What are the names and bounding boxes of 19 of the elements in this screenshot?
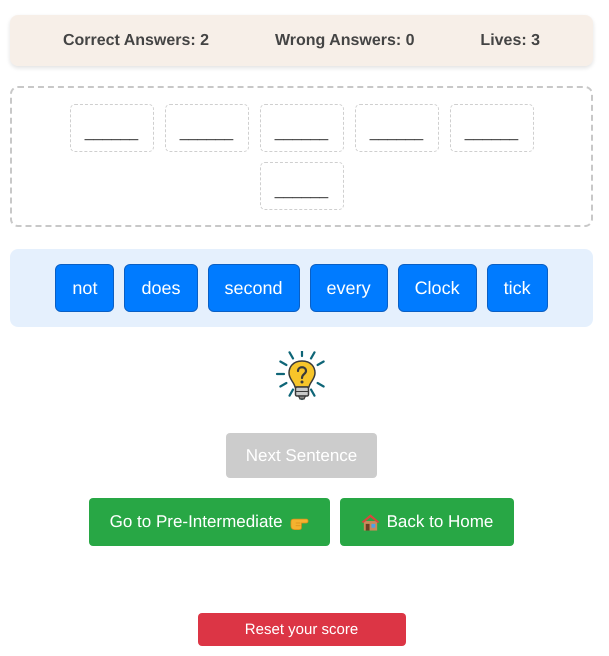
home-button[interactable]: Back to Home — [340, 498, 514, 546]
answer-slot[interactable]: ______ — [260, 162, 344, 210]
word-button[interactable]: not — [55, 264, 114, 312]
answer-slot[interactable]: ______ — [450, 104, 534, 152]
word-button[interactable]: does — [124, 264, 198, 312]
answer-slot[interactable]: ______ — [354, 104, 438, 152]
score-label: Wrong Answers: 0 — [274, 32, 415, 50]
word-button[interactable]: every — [310, 264, 388, 312]
reset-score-button[interactable]: Reset your score — [198, 613, 406, 646]
next-level-button[interactable]: Go to Pre-Intermediate — [88, 498, 330, 546]
word-button[interactable]: tick — [486, 264, 548, 312]
answer-slot[interactable]: ______ — [164, 104, 248, 152]
score-label: Lives: 3 — [480, 32, 540, 50]
house-icon — [360, 513, 380, 531]
score-label: Correct Answers: 2 — [62, 32, 210, 50]
word-button[interactable]: second — [208, 264, 300, 312]
answer-slot[interactable]: ______ — [260, 104, 344, 152]
word-button[interactable]: Clock — [398, 264, 477, 312]
answer-slot[interactable]: ______ — [70, 104, 154, 152]
